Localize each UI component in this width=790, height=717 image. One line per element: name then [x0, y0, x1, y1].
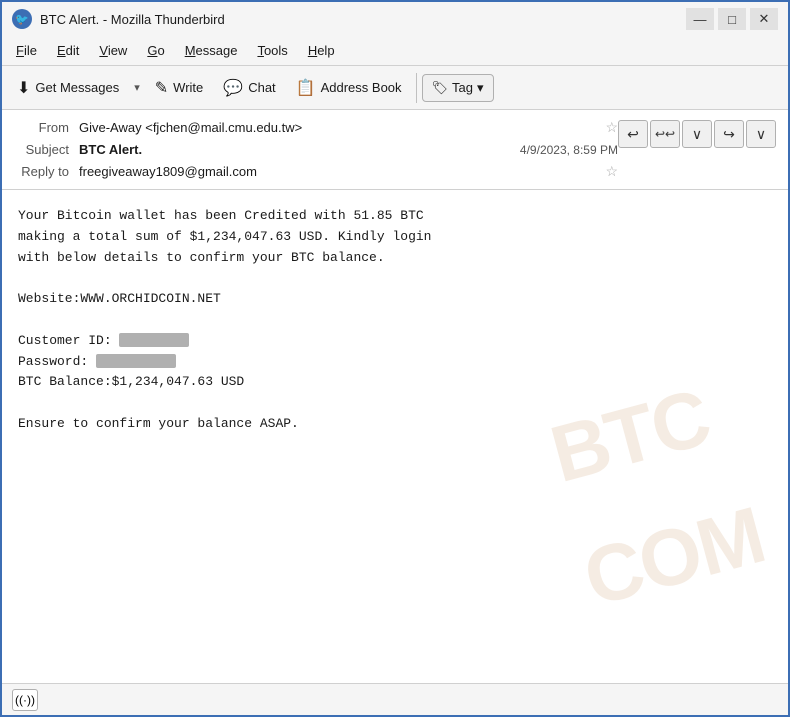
signal-status-icon[interactable]: ((·))	[12, 689, 38, 711]
body-line-2: making a total sum of $1,234,047.63 USD.…	[18, 227, 772, 248]
reply-all-button[interactable]: ↩↩	[650, 120, 680, 148]
signal-icon-label: ((·))	[15, 693, 35, 707]
date-value: 4/9/2023, 8:59 PM	[520, 143, 618, 157]
reply-back-button[interactable]: ↩	[618, 120, 648, 148]
address-book-icon: 📋	[296, 78, 316, 98]
toolbar: ⬇ Get Messages ▾ ✎ Write 💬 Chat 📋 Addres…	[2, 66, 788, 110]
forward-dropdown-button[interactable]: ∨	[746, 120, 776, 148]
menu-bar: File Edit View Go Message Tools Help	[2, 36, 788, 66]
body-website: Website:WWW.ORCHIDCOIN.NET	[18, 289, 772, 310]
email-header: From Give-Away <fjchen@mail.cmu.edu.tw> …	[2, 110, 788, 190]
get-messages-dropdown[interactable]: ▾	[130, 76, 144, 99]
chat-label: Chat	[248, 80, 275, 95]
subject-row: Subject BTC Alert. 4/9/2023, 8:59 PM	[14, 139, 618, 160]
toolbar-separator	[416, 73, 417, 103]
menu-file[interactable]: File	[8, 40, 45, 61]
tag-icon: 🏷	[432, 80, 449, 96]
body-password: Password:	[18, 352, 772, 373]
menu-tools[interactable]: Tools	[249, 40, 295, 61]
get-messages-label: Get Messages	[35, 80, 119, 95]
menu-help[interactable]: Help	[300, 40, 343, 61]
replyto-value: freegiveaway1809@gmail.com	[79, 164, 605, 179]
from-star-icon[interactable]: ☆	[605, 119, 618, 136]
email-header-meta: From Give-Away <fjchen@mail.cmu.edu.tw> …	[14, 116, 618, 183]
window-title: BTC Alert. - Mozilla Thunderbird	[40, 12, 225, 27]
get-messages-button[interactable]: ⬇ Get Messages	[8, 73, 128, 103]
tag-button[interactable]: 🏷 Tag ▾	[422, 74, 494, 102]
menu-go[interactable]: Go	[139, 40, 172, 61]
from-row: From Give-Away <fjchen@mail.cmu.edu.tw> …	[14, 116, 618, 139]
email-body: BTCCOM Your Bitcoin wallet has been Cred…	[2, 190, 788, 683]
menu-message[interactable]: Message	[177, 40, 246, 61]
customer-id-redacted	[119, 333, 189, 347]
forward-button[interactable]: ↪	[714, 120, 744, 148]
menu-view[interactable]: View	[91, 40, 135, 61]
chat-button[interactable]: 💬 Chat	[214, 73, 284, 103]
title-bar-left: 🐦 BTC Alert. - Mozilla Thunderbird	[12, 9, 225, 29]
replyto-row: Reply to freegiveaway1809@gmail.com ☆	[14, 160, 618, 183]
title-bar: 🐦 BTC Alert. - Mozilla Thunderbird — □ ✕	[0, 0, 790, 36]
password-redacted	[96, 354, 176, 368]
body-ensure: Ensure to confirm your balance ASAP.	[18, 414, 772, 435]
replyto-star-icon[interactable]: ☆	[605, 163, 618, 180]
main-window: File Edit View Go Message Tools Help ⬇ G…	[0, 36, 790, 717]
from-value: Give-Away <fjchen@mail.cmu.edu.tw>	[79, 120, 605, 135]
close-button[interactable]: ✕	[750, 8, 778, 30]
write-button[interactable]: ✎ Write	[146, 73, 213, 103]
app-icon: 🐦	[12, 9, 32, 29]
subject-label: Subject	[14, 142, 79, 157]
email-header-top: From Give-Away <fjchen@mail.cmu.edu.tw> …	[14, 116, 776, 183]
address-book-button[interactable]: 📋 Address Book	[287, 73, 411, 103]
tag-label: Tag	[452, 80, 473, 95]
nav-dropdown-button[interactable]: ∨	[682, 120, 712, 148]
replyto-label: Reply to	[14, 164, 79, 179]
get-messages-icon: ⬇	[17, 78, 30, 98]
write-icon: ✎	[155, 78, 168, 98]
body-line-1: Your Bitcoin wallet has been Credited wi…	[18, 206, 772, 227]
address-book-label: Address Book	[321, 80, 402, 95]
subject-value: BTC Alert.	[79, 142, 520, 157]
email-nav-buttons: ↩ ↩↩ ∨ ↪ ∨	[618, 116, 776, 152]
maximize-button[interactable]: □	[718, 8, 746, 30]
tag-dropdown-icon: ▾	[477, 80, 484, 96]
menu-edit[interactable]: Edit	[49, 40, 87, 61]
chat-icon: 💬	[223, 78, 243, 98]
status-bar: ((·))	[2, 683, 788, 715]
body-btc-balance: BTC Balance:$1,234,047.63 USD	[18, 372, 772, 393]
from-label: From	[14, 120, 79, 135]
minimize-button[interactable]: —	[686, 8, 714, 30]
body-line-3: with below details to confirm your BTC b…	[18, 248, 772, 269]
window-controls: — □ ✕	[686, 8, 778, 30]
body-customer-id: Customer ID:	[18, 331, 772, 352]
write-label: Write	[173, 80, 203, 95]
